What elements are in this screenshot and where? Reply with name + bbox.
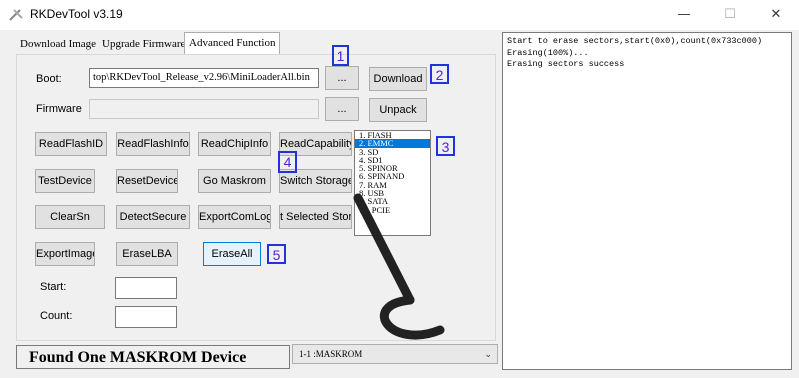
unpack-button[interactable]: Unpack xyxy=(369,98,427,122)
storage-type-list[interactable]: 1. FlASH 2. EMMC 3. SD 4. SD1 5. SPINOR … xyxy=(354,130,431,236)
maximize-icon[interactable]: ☐ xyxy=(707,0,753,30)
log-output[interactable]: Start to erase sectors,start(0x0),count(… xyxy=(502,32,792,370)
firmware-path-field[interactable] xyxy=(89,99,319,119)
tab-upgrade-firmware[interactable]: Upgrade Firmware xyxy=(98,34,189,54)
firmware-label: Firmware xyxy=(36,103,82,115)
log-line: Erasing(100%)... xyxy=(507,47,589,58)
annotation-badge-5: 5 xyxy=(267,244,286,264)
boot-path-field[interactable]: top\RKDevTool_Release_v2.96\MiniLoaderAl… xyxy=(89,68,319,88)
go-maskrom-button[interactable]: Go Maskrom xyxy=(198,169,271,193)
annotation-badge-1: 1 xyxy=(332,45,349,66)
firmware-browse-button[interactable]: ... xyxy=(325,97,359,121)
read-flash-info-button[interactable]: ReadFlashInfo xyxy=(116,132,190,156)
device-select-value: 1-1 :MASKROM xyxy=(299,349,363,359)
test-device-button[interactable]: TestDevice xyxy=(35,169,95,193)
detect-secure-button[interactable]: DetectSecure xyxy=(116,205,190,229)
erase-lba-button[interactable]: EraseLBA xyxy=(116,242,178,266)
close-icon[interactable]: ✕ xyxy=(753,0,799,30)
device-select-dropdown[interactable]: 1-1 :MASKROM ⌄ xyxy=(292,344,498,364)
start-label: Start: xyxy=(40,281,67,293)
annotation-badge-4: 4 xyxy=(278,151,297,173)
annotation-badge-3: 3 xyxy=(436,136,455,156)
chevron-down-icon: ⌄ xyxy=(484,349,492,359)
app-tool-icon xyxy=(9,9,23,21)
title-bar: RKDevTool v3.19 — ☐ ✕ xyxy=(0,0,799,30)
reset-device-button[interactable]: ResetDevice xyxy=(116,169,178,193)
log-line: Start to erase sectors,start(0x0),count(… xyxy=(507,36,763,46)
set-selected-storage-button[interactable]: t Selected Stora xyxy=(279,205,352,229)
storage-option-pcie[interactable]: 10. PCIE xyxy=(355,205,430,214)
tab-advanced-function[interactable]: Advanced Function xyxy=(184,32,281,54)
read-flash-id-button[interactable]: ReadFlashID xyxy=(35,132,107,156)
log-line: Erasing sectors success xyxy=(507,59,625,69)
minimize-icon[interactable]: — xyxy=(661,0,707,30)
annotation-badge-2: 2 xyxy=(430,64,449,84)
device-status-label: Found One MASKROM Device xyxy=(16,345,290,369)
erase-all-button[interactable]: EraseAll xyxy=(203,242,261,266)
boot-label: Boot: xyxy=(36,73,62,85)
start-field[interactable] xyxy=(115,277,177,299)
boot-browse-button[interactable]: ... xyxy=(325,66,359,90)
clear-sn-button[interactable]: ClearSn xyxy=(35,205,105,229)
count-field[interactable] xyxy=(115,306,177,328)
export-image-button[interactable]: ExportImage xyxy=(35,242,95,266)
read-chip-info-button[interactable]: ReadChipInfo xyxy=(198,132,271,156)
window-title: RKDevTool v3.19 xyxy=(30,7,123,21)
count-label: Count: xyxy=(40,310,73,322)
download-button[interactable]: Download xyxy=(369,67,427,91)
tab-download-image[interactable]: Download Image xyxy=(16,34,100,54)
export-com-log-button[interactable]: ExportComLog xyxy=(198,205,271,229)
